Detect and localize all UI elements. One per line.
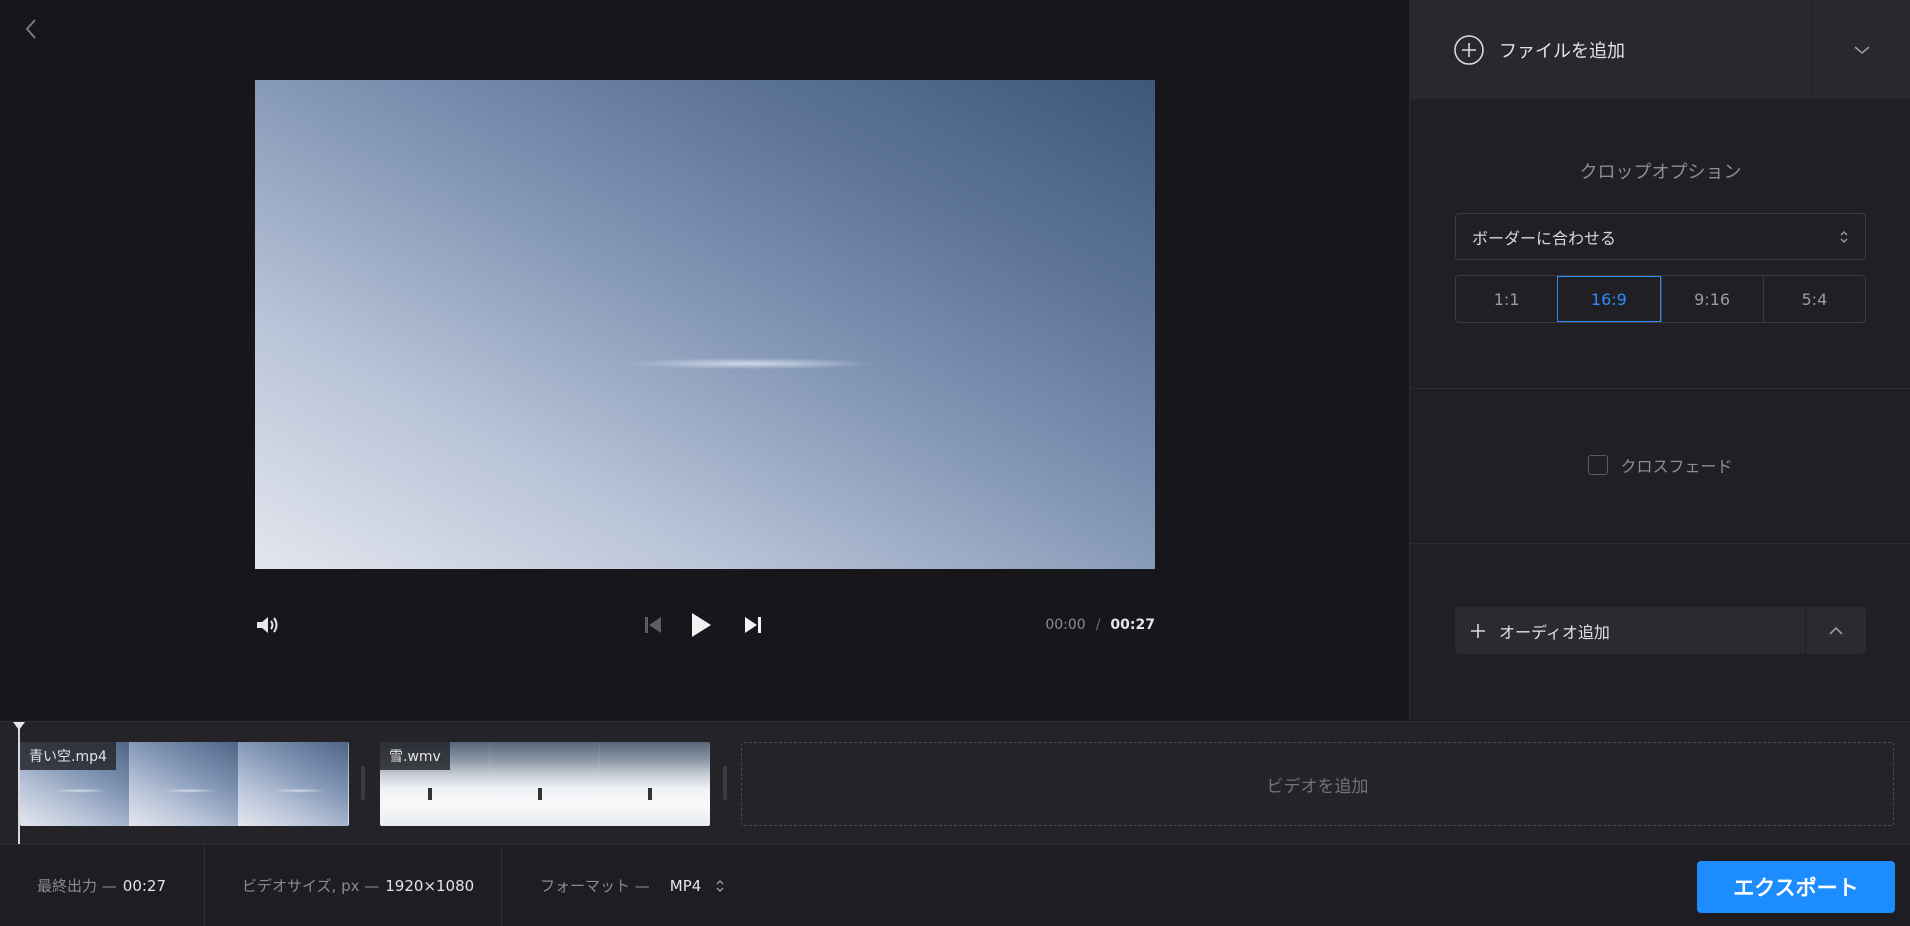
clip-thumbnail bbox=[600, 742, 710, 826]
clip-thumbnail bbox=[239, 742, 349, 826]
clip-name: 青い空.mp4 bbox=[20, 742, 116, 770]
video-merger-app: 00:00 / 00:27 ファイルを追加 クロップオプション ボーダーに合わせ… bbox=[0, 0, 1910, 926]
add-audio-label: オーディオ追加 bbox=[1499, 622, 1610, 642]
add-audio-button[interactable]: オーディオ追加 bbox=[1455, 607, 1805, 654]
video-preview[interactable] bbox=[255, 80, 1155, 569]
video-size-label: ビデオサイズ, px — bbox=[242, 877, 380, 895]
playhead-handle[interactable] bbox=[13, 722, 25, 730]
ratio-16-9[interactable]: 16:9 bbox=[1557, 276, 1661, 322]
plus-circle-icon bbox=[1453, 34, 1485, 66]
add-audio-dropdown[interactable] bbox=[1806, 607, 1866, 654]
chevron-down-icon bbox=[1853, 45, 1870, 54]
timeline: 青い空.mp4 雪.wmv ビデオを追加 bbox=[0, 721, 1910, 844]
final-output-info: 最終出力 — 00:27 bbox=[37, 845, 166, 926]
clip-thumbnail bbox=[129, 742, 240, 826]
clip-trim-handle[interactable] bbox=[361, 766, 365, 800]
plus-icon bbox=[1469, 622, 1487, 640]
ratio-5-4[interactable]: 5:4 bbox=[1762, 276, 1865, 322]
format-select[interactable]: MP4 bbox=[656, 877, 726, 895]
current-time: 00:00 bbox=[1045, 617, 1086, 633]
format-value: MP4 bbox=[669, 876, 702, 895]
previous-button[interactable] bbox=[643, 600, 663, 650]
crossfade-checkbox[interactable] bbox=[1588, 455, 1609, 475]
playhead[interactable] bbox=[18, 722, 20, 844]
skip-next-icon bbox=[745, 617, 761, 633]
add-file-dropdown[interactable] bbox=[1812, 0, 1910, 99]
clip-name: 雪.wmv bbox=[380, 742, 450, 770]
clip-trim-handle[interactable] bbox=[723, 766, 727, 800]
video-size-info: ビデオサイズ, px — 1920×1080 bbox=[242, 845, 474, 926]
ratio-9-16[interactable]: 9:16 bbox=[1660, 276, 1763, 322]
back-button[interactable] bbox=[18, 16, 44, 42]
play-button[interactable] bbox=[689, 600, 713, 650]
export-button[interactable]: エクスポート bbox=[1697, 861, 1895, 913]
updown-arrows-icon bbox=[1840, 230, 1848, 243]
format-info: フォーマット — MP4 bbox=[540, 845, 725, 926]
add-video-dropzone[interactable]: ビデオを追加 bbox=[741, 742, 1894, 826]
final-output-label: 最終出力 — bbox=[37, 877, 117, 895]
volume-icon bbox=[257, 617, 278, 633]
section-divider bbox=[1410, 388, 1910, 389]
player-controls: 00:00 / 00:27 bbox=[255, 600, 1155, 650]
settings-panel: ファイルを追加 クロップオプション ボーダーに合わせる 1:1 16:9 9:1… bbox=[1409, 0, 1910, 720]
crossfade-option: クロスフェード bbox=[1410, 450, 1910, 480]
footer-divider bbox=[204, 845, 205, 926]
chevron-left-icon bbox=[25, 19, 36, 39]
add-file-label: ファイルを追加 bbox=[1499, 40, 1625, 62]
skip-previous-icon bbox=[645, 617, 661, 633]
timeline-clip[interactable]: 青い空.mp4 bbox=[20, 742, 349, 826]
crop-mode-select[interactable]: ボーダーに合わせる bbox=[1455, 213, 1866, 260]
aspect-ratio-group: 1:1 16:9 9:16 5:4 bbox=[1455, 275, 1866, 323]
updown-arrows-icon bbox=[716, 879, 724, 892]
crop-options-title: クロップオプション bbox=[1579, 162, 1742, 183]
chevron-up-icon bbox=[1829, 626, 1843, 635]
add-file-button[interactable]: ファイルを追加 bbox=[1410, 0, 1811, 99]
clip-thumbnail bbox=[490, 742, 600, 826]
total-duration: 00:27 bbox=[1110, 617, 1155, 633]
section-divider bbox=[1410, 543, 1910, 544]
next-button[interactable] bbox=[743, 600, 763, 650]
preview-area: 00:00 / 00:27 bbox=[0, 0, 1409, 720]
final-output-value: 00:27 bbox=[122, 876, 167, 895]
play-icon bbox=[692, 613, 711, 637]
format-label: フォーマット — bbox=[540, 877, 650, 895]
video-size-value: 1920×1080 bbox=[385, 876, 475, 895]
timeline-clip[interactable]: 雪.wmv bbox=[380, 742, 710, 826]
footer-divider bbox=[501, 845, 502, 926]
crossfade-label: クロスフェード bbox=[1620, 457, 1733, 476]
footer-bar: 最終出力 — 00:27 ビデオサイズ, px — 1920×1080 フォーマ… bbox=[0, 844, 1910, 926]
ratio-1-1[interactable]: 1:1 bbox=[1456, 276, 1557, 322]
time-separator: / bbox=[1095, 617, 1101, 633]
time-display: 00:00 / 00:27 bbox=[1045, 600, 1155, 650]
volume-button[interactable] bbox=[255, 600, 281, 650]
crop-mode-value: ボーダーに合わせる bbox=[1472, 228, 1617, 248]
